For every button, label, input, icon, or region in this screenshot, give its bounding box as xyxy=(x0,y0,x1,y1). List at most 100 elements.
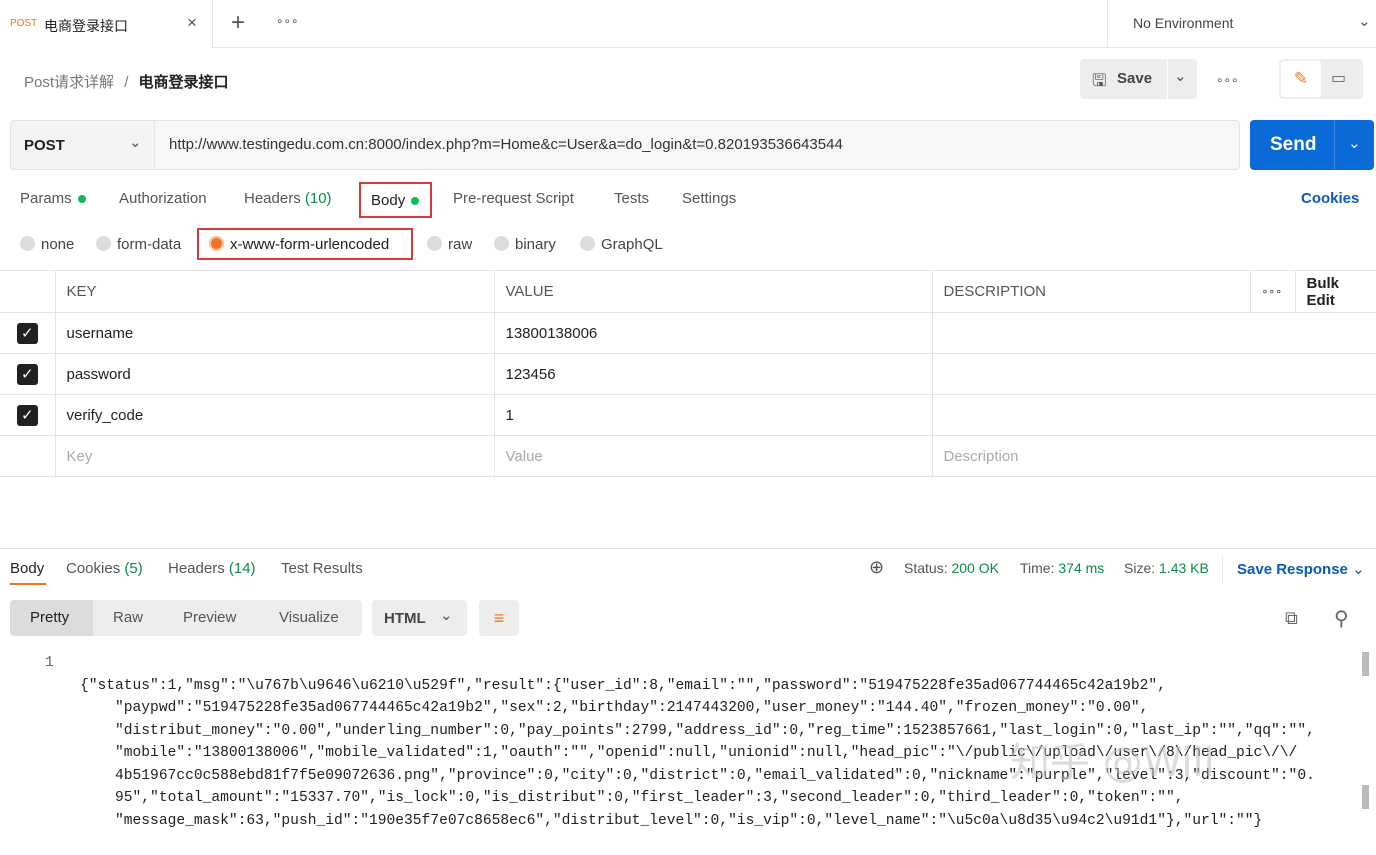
header-key: KEY xyxy=(54,270,495,313)
tab-title: 电商登录接口 xyxy=(44,18,128,34)
cookies-link[interactable]: Cookies xyxy=(1301,190,1359,207)
code-line: 95","total_amount":"15337.70","is_lock":… xyxy=(80,790,1184,806)
view-pretty[interactable]: Pretty xyxy=(10,600,93,636)
active-tab-indicator xyxy=(10,583,46,585)
status-dot xyxy=(77,195,86,204)
divider xyxy=(0,548,1376,549)
search-icon[interactable]: ⚲ xyxy=(1334,606,1349,631)
save-response-button[interactable]: Save Response ⌄ xyxy=(1237,560,1365,578)
save-icon: 🖫 xyxy=(1092,71,1107,90)
response-tab-cookies[interactable]: Cookies (5) xyxy=(66,560,143,577)
environment-label: No Environment xyxy=(1133,15,1234,31)
tab-bar: POST 电商登录接口 × + ∘∘∘ No Environment ⌄ xyxy=(0,0,1376,48)
response-tab-body[interactable]: Body xyxy=(10,560,44,577)
tab-tests[interactable]: Tests xyxy=(614,190,649,207)
more-icon[interactable]: ∘∘∘ xyxy=(1249,270,1296,313)
row-checkbox[interactable]: ✓ xyxy=(16,363,38,385)
tab-settings[interactable]: Settings xyxy=(682,190,736,207)
scrollbar[interactable] xyxy=(1362,652,1369,676)
radio-raw[interactable]: raw xyxy=(427,236,472,253)
code-line: "message_mask":63,"push_id":"190e35f7e07… xyxy=(80,812,1263,829)
radio-form-data[interactable]: form-data xyxy=(96,236,181,253)
view-visualize[interactable]: Visualize xyxy=(279,609,339,626)
view-raw[interactable]: Raw xyxy=(113,609,143,626)
comment-icon[interactable]: ▭ xyxy=(1331,68,1346,88)
value-cell[interactable]: 1 xyxy=(493,394,933,436)
tab-params[interactable]: Params xyxy=(20,190,86,207)
close-icon[interactable]: × xyxy=(187,13,197,33)
description-cell[interactable] xyxy=(931,353,1376,395)
tab-headers[interactable]: Headers (10) xyxy=(244,190,332,207)
response-tab-headers[interactable]: Headers (14) xyxy=(168,560,256,577)
save-button[interactable]: 🖫 Save ⌄ xyxy=(1080,59,1197,99)
tab-body[interactable]: Body xyxy=(359,182,432,218)
request-tab-active[interactable]: POST 电商登录接口 × xyxy=(0,0,213,48)
size-text: Size: 1.43 KB xyxy=(1124,560,1209,576)
breadcrumb-current[interactable]: 电商登录接口 xyxy=(139,74,229,91)
tab-prerequest-script[interactable]: Pre-request Script xyxy=(453,190,574,207)
format-label: HTML xyxy=(384,610,426,627)
watermark: 知乎 @Will xyxy=(1010,740,1215,786)
header-value: VALUE xyxy=(493,270,933,313)
key-cell[interactable]: verify_code xyxy=(54,394,495,436)
breadcrumb-parent[interactable]: Post请求详解 xyxy=(24,74,114,91)
code-line: "paypwd":"519475228fe35ad067744465c42a19… xyxy=(80,700,1149,716)
tab-method: POST xyxy=(10,18,38,29)
row-checkbox[interactable]: ✓ xyxy=(16,404,38,426)
method-select[interactable]: POST ⌄ xyxy=(10,120,155,170)
more-tabs-icon[interactable]: ∘∘∘ xyxy=(276,14,299,28)
send-button[interactable]: Send ⌄ xyxy=(1250,120,1374,170)
chevron-down-icon[interactable]: ⌄ xyxy=(1348,134,1361,152)
key-input[interactable]: Key xyxy=(54,435,495,477)
status-dot xyxy=(411,197,420,206)
globe-icon: ⊕ xyxy=(869,557,885,577)
table-row: ✓ username 13800138006 xyxy=(0,312,1376,354)
tab-authorization[interactable]: Authorization xyxy=(119,190,207,207)
new-tab-plus-icon[interactable]: + xyxy=(231,9,245,37)
breadcrumb-separator: / xyxy=(124,74,129,91)
bulk-edit-button[interactable]: Bulk Edit xyxy=(1294,270,1376,313)
wrap-lines-icon[interactable]: ≡ xyxy=(479,600,519,636)
chevron-down-icon[interactable]: ⌄ xyxy=(1174,67,1187,85)
value-cell[interactable]: 13800138006 xyxy=(493,312,933,354)
key-cell[interactable]: password xyxy=(54,353,495,395)
copy-icon[interactable]: ⧉ xyxy=(1285,608,1298,629)
breadcrumb: Post请求详解 / 电商登录接口 xyxy=(24,71,229,92)
chevron-down-icon: ⌄ xyxy=(129,134,142,151)
radio-graphql[interactable]: GraphQL xyxy=(580,236,663,253)
save-label: Save xyxy=(1117,70,1153,87)
code-line: {"status":1,"msg":"\u767b\u9646\u6210\u5… xyxy=(80,677,1166,694)
status-text: Status: 200 OK xyxy=(904,560,999,576)
method-label: POST xyxy=(24,137,65,154)
table-header: KEY VALUE DESCRIPTION ∘∘∘ Bulk Edit xyxy=(0,270,1376,313)
value-cell[interactable]: 123456 xyxy=(493,353,933,395)
header-description: DESCRIPTION xyxy=(931,270,1251,313)
description-cell[interactable] xyxy=(931,312,1376,354)
environment-select[interactable]: No Environment ⌄ xyxy=(1107,0,1376,48)
row-checkbox[interactable]: ✓ xyxy=(16,322,38,344)
table-row-empty: Key Value Description xyxy=(0,435,1376,477)
view-mode-segment: Pretty Raw Preview Visualize xyxy=(10,600,362,636)
table-row: ✓ password 123456 xyxy=(0,353,1376,395)
send-label: Send xyxy=(1270,134,1317,155)
edit-pencil-icon[interactable]: ✎ xyxy=(1281,61,1321,97)
view-preview[interactable]: Preview xyxy=(183,609,236,626)
line-number: 1 xyxy=(45,655,54,671)
chevron-down-icon: ⌄ xyxy=(440,607,453,624)
scrollbar-horizontal[interactable] xyxy=(1362,785,1369,809)
radio-binary[interactable]: binary xyxy=(494,236,556,253)
key-cell[interactable]: username xyxy=(54,312,495,354)
view-toggle: ✎ ▭ xyxy=(1279,59,1363,99)
params-table: KEY VALUE DESCRIPTION ∘∘∘ Bulk Edit ✓ use… xyxy=(0,270,1376,477)
format-select[interactable]: HTML ⌄ xyxy=(372,600,467,636)
more-actions-icon[interactable]: ∘∘∘ xyxy=(1216,73,1239,87)
value-input[interactable]: Value xyxy=(493,435,933,477)
url-input[interactable]: http://www.testingedu.com.cn:8000/index.… xyxy=(154,120,1240,170)
radio-x-www-form-urlencoded[interactable]: x-www-form-urlencoded xyxy=(197,228,413,260)
radio-none[interactable]: none xyxy=(20,236,74,253)
description-cell[interactable] xyxy=(931,394,1376,436)
description-input[interactable]: Description xyxy=(931,435,1376,477)
table-row: ✓ verify_code 1 xyxy=(0,394,1376,436)
chevron-down-icon: ⌄ xyxy=(1358,13,1371,30)
response-tab-test-results[interactable]: Test Results xyxy=(281,560,363,577)
